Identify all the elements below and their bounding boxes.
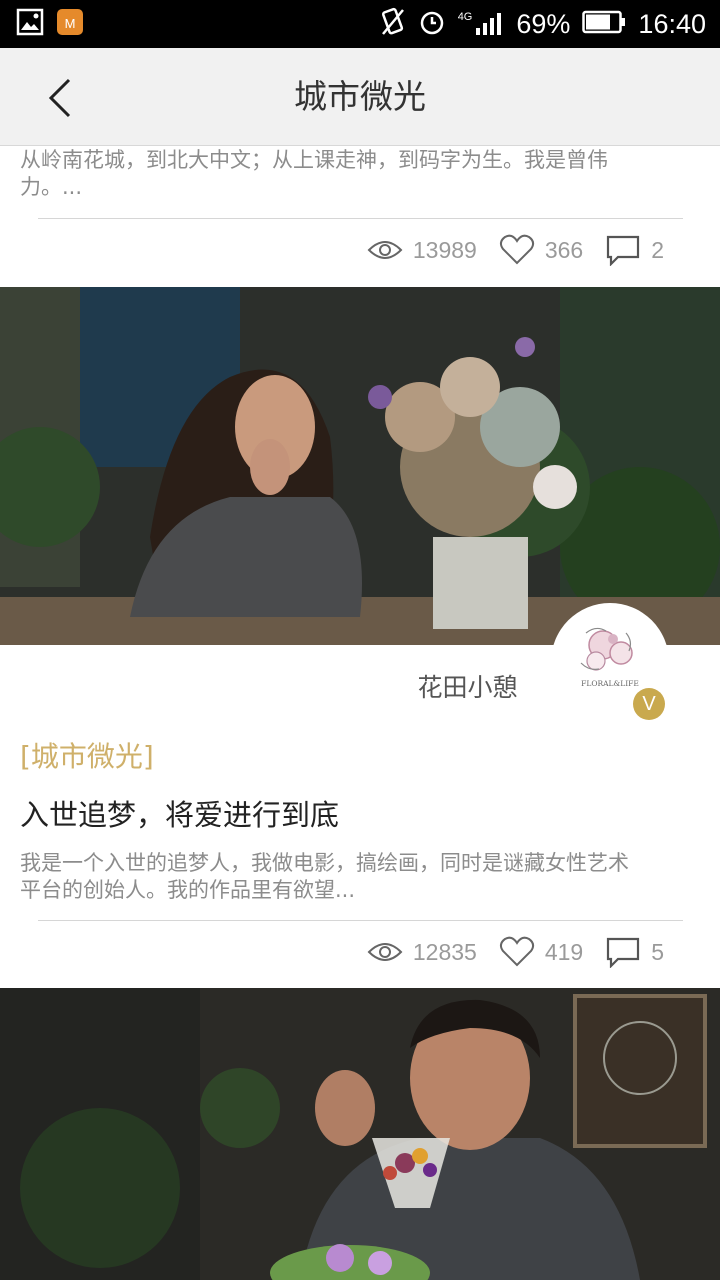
views-stat: 13989 bbox=[367, 237, 477, 264]
comment-icon bbox=[607, 937, 640, 968]
views-count: 13989 bbox=[412, 236, 477, 263]
app-bar: 城市微光 bbox=[0, 48, 720, 146]
eye-icon bbox=[367, 241, 403, 259]
post-tag[interactable]: [城市微光] bbox=[20, 735, 154, 775]
likes-count: 419 bbox=[544, 938, 584, 965]
comment-button[interactable]: 5 bbox=[605, 936, 664, 968]
post-cover-image[interactable] bbox=[0, 988, 720, 1280]
page-title: 城市微光 bbox=[294, 77, 426, 116]
network-type: 4G bbox=[457, 11, 473, 23]
vibrate-icon bbox=[380, 7, 406, 41]
app-icon: M bbox=[56, 8, 84, 40]
post-cover-image[interactable] bbox=[0, 287, 720, 645]
signal-icon: 4G bbox=[458, 11, 505, 37]
heart-icon bbox=[499, 936, 534, 967]
avatar-caption: FLORAL&LIFE bbox=[581, 679, 639, 688]
status-bar: M 4G 69% 16:40 bbox=[0, 0, 720, 48]
post-stats: 13989 366 2 bbox=[345, 234, 664, 266]
cover-photo-woman-flowers bbox=[0, 287, 720, 645]
clock: 16:40 bbox=[638, 8, 706, 39]
cover-photo-man-dessert bbox=[0, 988, 720, 1280]
divider bbox=[38, 218, 683, 219]
battery-percent: 69% bbox=[516, 8, 571, 39]
heart-icon bbox=[499, 234, 534, 265]
chevron-left-icon bbox=[48, 78, 71, 118]
author-avatar[interactable]: FLORAL&LIFE V bbox=[551, 603, 669, 721]
post-title[interactable]: 入世追梦，将爱进行到底 bbox=[20, 792, 339, 834]
views-stat: 12835 bbox=[367, 939, 477, 966]
comment-button[interactable]: 2 bbox=[605, 234, 664, 266]
post-summary: 我是一个入世的追梦人，我做电影，搞绘画，同时是谜藏女性艺术平台的创始人。我的作品… bbox=[20, 851, 629, 902]
battery-icon bbox=[582, 9, 626, 39]
back-button[interactable] bbox=[30, 70, 90, 126]
svg-text:M: M bbox=[65, 16, 76, 31]
gallery-icon bbox=[16, 8, 44, 40]
comment-icon bbox=[607, 235, 640, 266]
verified-badge: V bbox=[633, 688, 665, 720]
post-summary: 从岭南花城，到北大中文；从上课走神，到码字为生。我是曾伟力。... bbox=[20, 148, 608, 199]
post-stats: 12835 419 5 bbox=[345, 936, 664, 968]
divider bbox=[38, 920, 683, 921]
like-button[interactable]: 419 bbox=[499, 936, 583, 968]
comments-count: 2 bbox=[651, 236, 664, 263]
author-name[interactable]: 花田小憩 bbox=[380, 668, 555, 704]
like-button[interactable]: 366 bbox=[499, 234, 583, 266]
likes-count: 366 bbox=[544, 236, 584, 263]
alarm-icon bbox=[418, 8, 446, 40]
views-count: 12835 bbox=[412, 938, 477, 965]
eye-icon bbox=[367, 943, 403, 961]
comments-count: 5 bbox=[651, 938, 664, 965]
